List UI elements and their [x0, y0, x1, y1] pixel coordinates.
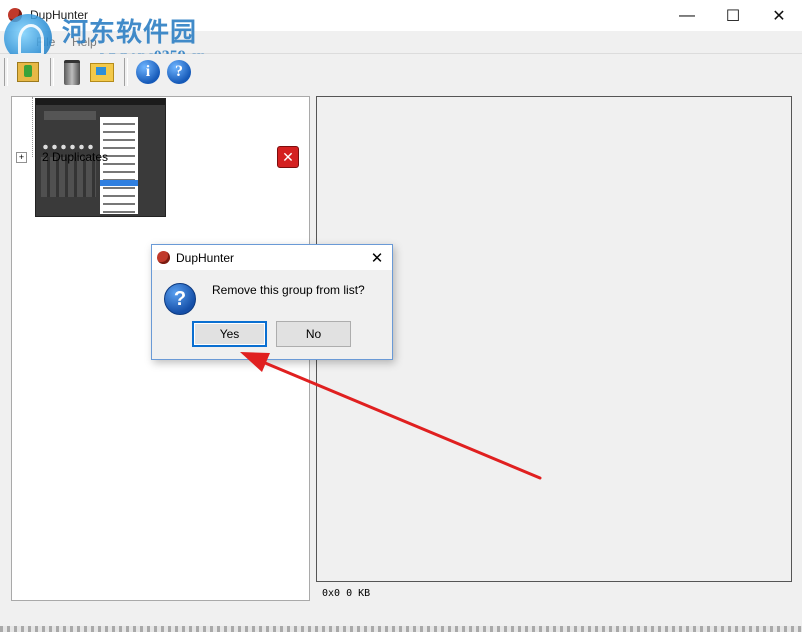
info-button[interactable]: i [134, 58, 162, 86]
thumbnail-context-menu [100, 117, 138, 214]
toolbar-separator [124, 58, 128, 86]
confirm-dialog: DupHunter ✕ ? Remove this group from lis… [151, 244, 393, 360]
info-icon: i [136, 60, 160, 84]
menu-file[interactable]: File [36, 35, 55, 49]
toolbar-separator [4, 58, 8, 86]
app-icon [8, 8, 22, 22]
image-info-status: 0x0 0 KB [322, 588, 371, 599]
close-window-button[interactable]: ✕ [756, 0, 802, 31]
toolbar-separator [50, 58, 54, 86]
move-files-button[interactable] [88, 58, 116, 86]
taskbar-strip [0, 626, 802, 632]
tree-connector [32, 97, 33, 157]
trash-icon [64, 59, 80, 85]
toolbar: i ? [0, 54, 802, 92]
menu-bar: File Help [0, 31, 802, 54]
dialog-app-icon [157, 251, 170, 264]
help-button[interactable]: ? [165, 58, 193, 86]
window-title: DupHunter [30, 8, 89, 22]
folder-icon [90, 62, 114, 82]
help-icon: ? [167, 60, 191, 84]
open-icon [17, 62, 39, 82]
question-icon: ? [164, 283, 196, 315]
dialog-message: Remove this group from list? [212, 283, 365, 297]
dialog-title: DupHunter [176, 251, 235, 265]
title-bar: DupHunter — ☐ ✕ [0, 0, 802, 31]
yes-button[interactable]: Yes [192, 321, 267, 347]
remove-group-button[interactable]: ✕ [277, 146, 299, 168]
maximize-button[interactable]: ☐ [710, 0, 756, 31]
no-button[interactable]: No [276, 321, 351, 347]
dialog-close-button[interactable]: ✕ [366, 248, 388, 268]
thumbnail-panel [44, 111, 96, 120]
thumbnail-menu-highlight [100, 180, 138, 186]
minimize-button[interactable]: — [664, 0, 710, 31]
thumbnail-menubar [36, 99, 165, 105]
group-label[interactable]: 2 Duplicates [42, 150, 108, 164]
menu-help[interactable]: Help [72, 35, 97, 49]
expand-toggle-icon[interactable]: + [16, 152, 27, 163]
delete-files-button[interactable] [58, 58, 86, 86]
open-button[interactable] [14, 58, 42, 86]
dialog-title-bar: DupHunter ✕ [152, 245, 392, 270]
